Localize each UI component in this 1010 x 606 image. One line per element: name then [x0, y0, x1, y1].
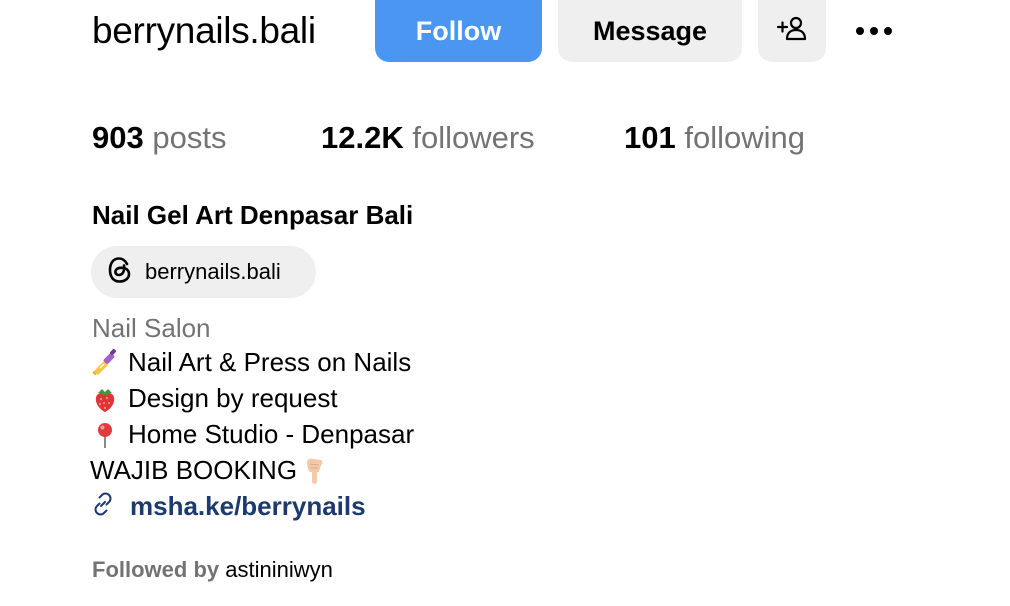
posts-stat: 903 posts: [92, 120, 226, 156]
pushpin-emoji: [90, 420, 120, 450]
bio-line: WAJIB BOOKING: [90, 455, 329, 486]
link-icon: [90, 491, 116, 522]
nail-polish-emoji: [90, 348, 120, 378]
followed-by-names[interactable]: astininiwyn: [225, 557, 333, 582]
more-options-button[interactable]: [848, 14, 900, 48]
followers-label: followers: [412, 120, 535, 155]
following-stat[interactable]: 101 following: [624, 120, 805, 156]
ellipsis-dot: [870, 27, 878, 35]
pointing-down-emoji: [299, 456, 329, 486]
ellipsis-dot: [884, 27, 892, 35]
suggest-accounts-button[interactable]: [758, 0, 826, 62]
profile-category: Nail Salon: [92, 313, 211, 343]
bio-line-text: Nail Art & Press on Nails: [128, 347, 412, 377]
bio-line-text: Home Studio - Denpasar: [128, 419, 415, 449]
bio-line: Design by request: [90, 383, 338, 414]
external-link[interactable]: msha.ke/berrynails: [90, 491, 366, 522]
followed-by[interactable]: Followed by astininiwyn: [92, 557, 333, 583]
profile-username: berrynails.bali: [92, 10, 316, 51]
bio-line: Nail Art & Press on Nails: [90, 347, 411, 378]
bio-line: Home Studio - Denpasar: [90, 419, 414, 450]
message-button[interactable]: Message: [558, 0, 742, 62]
bio-line-text: Design by request: [128, 383, 338, 413]
person-add-icon: [776, 14, 808, 49]
posts-label: posts: [152, 120, 227, 155]
ellipsis-icon: [856, 27, 864, 35]
followers-stat[interactable]: 12.2K followers: [321, 120, 535, 156]
profile-full-name: Nail Gel Art Denpasar Bali: [92, 200, 414, 230]
follow-button[interactable]: Follow: [375, 0, 542, 62]
followed-by-prefix: Followed by: [92, 557, 220, 582]
posts-count: 903: [92, 120, 144, 155]
following-label: following: [684, 120, 805, 155]
followers-count: 12.2K: [321, 120, 404, 155]
threads-handle: berrynails.bali: [145, 259, 281, 284]
external-link-text: msha.ke/berrynails: [130, 491, 366, 521]
bio-line-text: WAJIB BOOKING: [90, 455, 298, 485]
threads-icon: [105, 254, 135, 291]
strawberry-emoji: [90, 384, 120, 414]
threads-badge[interactable]: berrynails.bali: [91, 246, 316, 298]
following-count: 101: [624, 120, 676, 155]
profile-header: berrynails.bali Follow Message 903 posts…: [0, 0, 1010, 606]
